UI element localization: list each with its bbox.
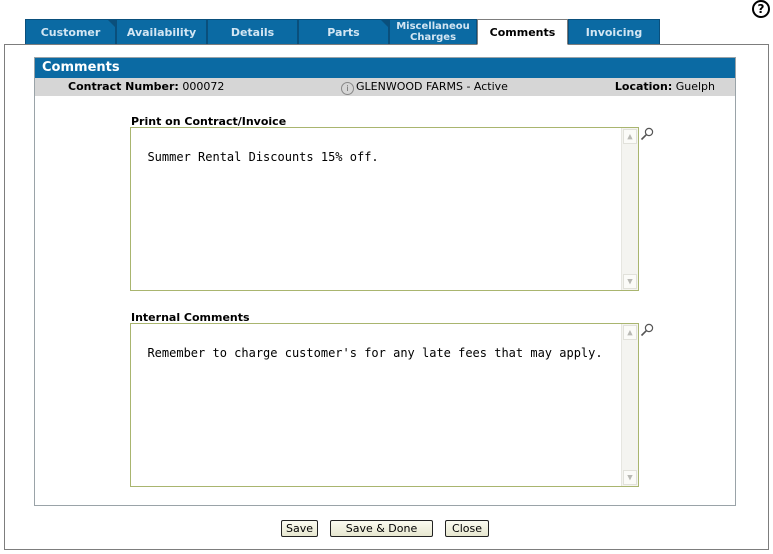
scroll-up-icon[interactable]: ▲ [623, 325, 637, 340]
scrollbar[interactable]: ▲ ▼ [621, 324, 638, 486]
scroll-down-icon[interactable]: ▼ [623, 470, 637, 485]
panel-title: Comments [35, 58, 735, 78]
tab-label: Customer [40, 25, 101, 39]
tab-comments[interactable]: Comments [477, 19, 568, 45]
zoom-magnifier-icon[interactable] [640, 127, 654, 141]
tab-fold-icon [107, 19, 116, 28]
tab-parts[interactable]: Parts [298, 19, 389, 44]
tab-label: Availability [126, 25, 197, 39]
tab-invoicing[interactable]: Invoicing [568, 19, 660, 44]
save-button[interactable]: Save [281, 520, 318, 537]
internal-comments-text: Remember to charge customer's for any la… [147, 346, 603, 360]
location: Location: Guelph [615, 78, 715, 96]
tab-bar: Customer Availability Details Parts Misc… [25, 19, 665, 45]
zoom-magnifier-icon[interactable] [640, 323, 654, 337]
customer-name: GLENWOOD FARMS - Active [356, 80, 508, 93]
print-on-contract-textarea[interactable]: Summer Rental Discounts 15% off. ▲ ▼ [130, 127, 639, 291]
tab-customer[interactable]: Customer [25, 19, 116, 44]
close-button[interactable]: Close [445, 520, 489, 537]
scroll-up-icon[interactable]: ▲ [623, 129, 637, 144]
scroll-down-icon[interactable]: ▼ [623, 274, 637, 289]
tab-label: Parts [327, 25, 360, 39]
tab-label: Details [230, 25, 275, 39]
tab-label: Invoicing [585, 25, 643, 39]
tab-details[interactable]: Details [207, 19, 298, 44]
contract-number-label: Contract Number: [68, 80, 179, 93]
location-label: Location: [614, 80, 673, 93]
contract-info-bar: Contract Number: 000072 i GLENWOOD FARMS … [35, 78, 735, 96]
help-icon[interactable]: ? [752, 0, 770, 18]
print-on-contract-text: Summer Rental Discounts 15% off. [147, 150, 379, 164]
info-icon[interactable]: i [341, 82, 354, 95]
customer-status: i GLENWOOD FARMS - Active [341, 78, 508, 96]
location-value: Guelph [675, 80, 715, 93]
tab-label: Miscellaneou Charges [396, 21, 470, 43]
scrollbar[interactable]: ▲ ▼ [621, 128, 638, 290]
tab-fold-icon [380, 19, 389, 28]
contract-number: Contract Number: 000072 [68, 78, 224, 96]
tab-availability[interactable]: Availability [116, 19, 207, 44]
contract-number-value: 000072 [182, 80, 225, 93]
save-and-done-button[interactable]: Save & Done [330, 520, 433, 537]
internal-comments-textarea[interactable]: Remember to charge customer's for any la… [130, 323, 639, 487]
tab-label: Comments [489, 25, 556, 39]
tab-miscellaneous-charges[interactable]: Miscellaneou Charges [389, 19, 477, 44]
